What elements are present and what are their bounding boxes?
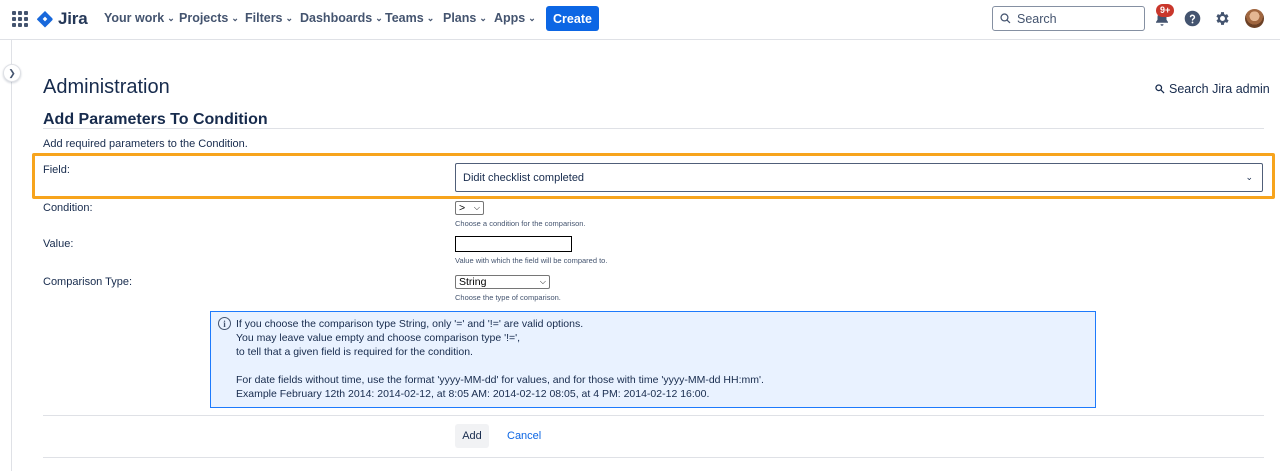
page-title: Administration xyxy=(43,76,170,98)
nav-dashboards-label: Dashboards xyxy=(300,11,373,25)
top-navigation: Jira Your work ⌄ Projects ⌄ Filters ⌄ Dashb… xyxy=(0,0,1280,40)
comparison-type-select[interactable]: String ⌵ xyxy=(455,275,550,289)
help-icon[interactable] xyxy=(1184,10,1201,27)
chevron-right-icon: ❯ xyxy=(8,67,16,78)
jira-logo-text: Jira xyxy=(58,9,88,28)
nav-plans-label: Plans xyxy=(443,11,477,25)
nav-dashboards[interactable]: Dashboards ⌄ xyxy=(300,11,383,25)
divider xyxy=(43,457,1264,458)
search-icon xyxy=(1155,84,1165,94)
info-line: You may leave value empty and choose com… xyxy=(236,332,521,344)
chevron-down-icon: ⌄ xyxy=(1245,172,1253,182)
condition-label: Condition: xyxy=(43,202,93,214)
search-jira-admin-label: Search Jira admin xyxy=(1169,82,1270,96)
info-line: to tell that a given field is required f… xyxy=(236,346,473,358)
nav-filters[interactable]: Filters ⌄ xyxy=(245,11,293,25)
nav-teams-label: Teams xyxy=(385,11,424,25)
value-hint: Value with which the field will be compa… xyxy=(455,256,608,265)
chevron-down-icon: ⌄ xyxy=(479,13,487,23)
chevron-down-icon: ⌄ xyxy=(375,13,383,23)
nav-apps-label: Apps xyxy=(494,11,526,25)
field-select-value: Didit checklist completed xyxy=(463,171,585,184)
info-line: If you choose the comparison type String… xyxy=(236,318,584,330)
create-button[interactable]: Create xyxy=(546,6,599,31)
nav-filters-label: Filters xyxy=(245,11,283,25)
jira-logo[interactable]: Jira xyxy=(36,9,88,29)
value-label: Value: xyxy=(43,238,74,250)
info-line: For date fields without time, use the fo… xyxy=(236,374,764,386)
divider xyxy=(43,128,1264,129)
gear-icon[interactable] xyxy=(1214,10,1231,27)
search-input[interactable] xyxy=(1017,11,1137,26)
field-label: Field: xyxy=(43,164,70,176)
nav-apps[interactable]: Apps ⌄ xyxy=(494,11,536,25)
section-title: Add Parameters To Condition xyxy=(43,111,268,128)
search-jira-admin-link[interactable]: Search Jira admin xyxy=(1155,82,1270,96)
condition-hint: Choose a condition for the comparison. xyxy=(455,219,586,228)
search-box[interactable] xyxy=(992,6,1145,31)
field-select[interactable]: Didit checklist completed ⌄ xyxy=(455,163,1263,192)
jira-logo-icon xyxy=(36,10,53,28)
comparison-type-value: String xyxy=(459,276,487,288)
collapsed-sidebar xyxy=(0,40,12,471)
nav-your-work-label: Your work xyxy=(104,11,165,25)
chevron-down-icon: ⌵ xyxy=(473,203,480,212)
nav-plans[interactable]: Plans ⌄ xyxy=(443,11,487,25)
chevron-down-icon: ⌵ xyxy=(539,277,546,286)
chevron-down-icon: ⌄ xyxy=(231,13,239,23)
divider xyxy=(43,415,1264,416)
condition-select-value: > xyxy=(459,202,466,214)
add-button[interactable]: Add xyxy=(455,424,489,448)
nav-your-work[interactable]: Your work ⌄ xyxy=(104,11,175,25)
info-message: i If you choose the comparison type Stri… xyxy=(210,311,1096,408)
chevron-down-icon: ⌄ xyxy=(285,13,294,23)
apps-grid-icon[interactable] xyxy=(12,11,28,27)
section-description: Add required parameters to the Condition… xyxy=(43,138,248,150)
expand-sidebar-button[interactable]: ❯ xyxy=(3,64,21,82)
value-input[interactable] xyxy=(455,236,572,252)
nav-projects-label: Projects xyxy=(179,11,229,25)
nav-projects[interactable]: Projects ⌄ xyxy=(179,11,239,25)
chevron-down-icon: ⌄ xyxy=(528,13,536,23)
info-line: Example February 12th 2014: 2014-02-12, … xyxy=(236,388,710,400)
chevron-down-icon: ⌄ xyxy=(426,13,435,23)
nav-teams[interactable]: Teams ⌄ xyxy=(385,11,434,25)
cancel-link[interactable]: Cancel xyxy=(507,430,541,442)
comparison-type-label: Comparison Type: xyxy=(43,276,133,288)
notification-badge: 9+ xyxy=(1156,4,1175,17)
search-icon xyxy=(1000,13,1011,24)
chevron-down-icon: ⌄ xyxy=(167,13,175,23)
info-icon: i xyxy=(218,317,231,330)
avatar[interactable] xyxy=(1245,9,1264,28)
condition-select[interactable]: > ⌵ xyxy=(455,201,484,215)
comparison-type-hint: Choose the type of comparison. xyxy=(455,293,561,302)
